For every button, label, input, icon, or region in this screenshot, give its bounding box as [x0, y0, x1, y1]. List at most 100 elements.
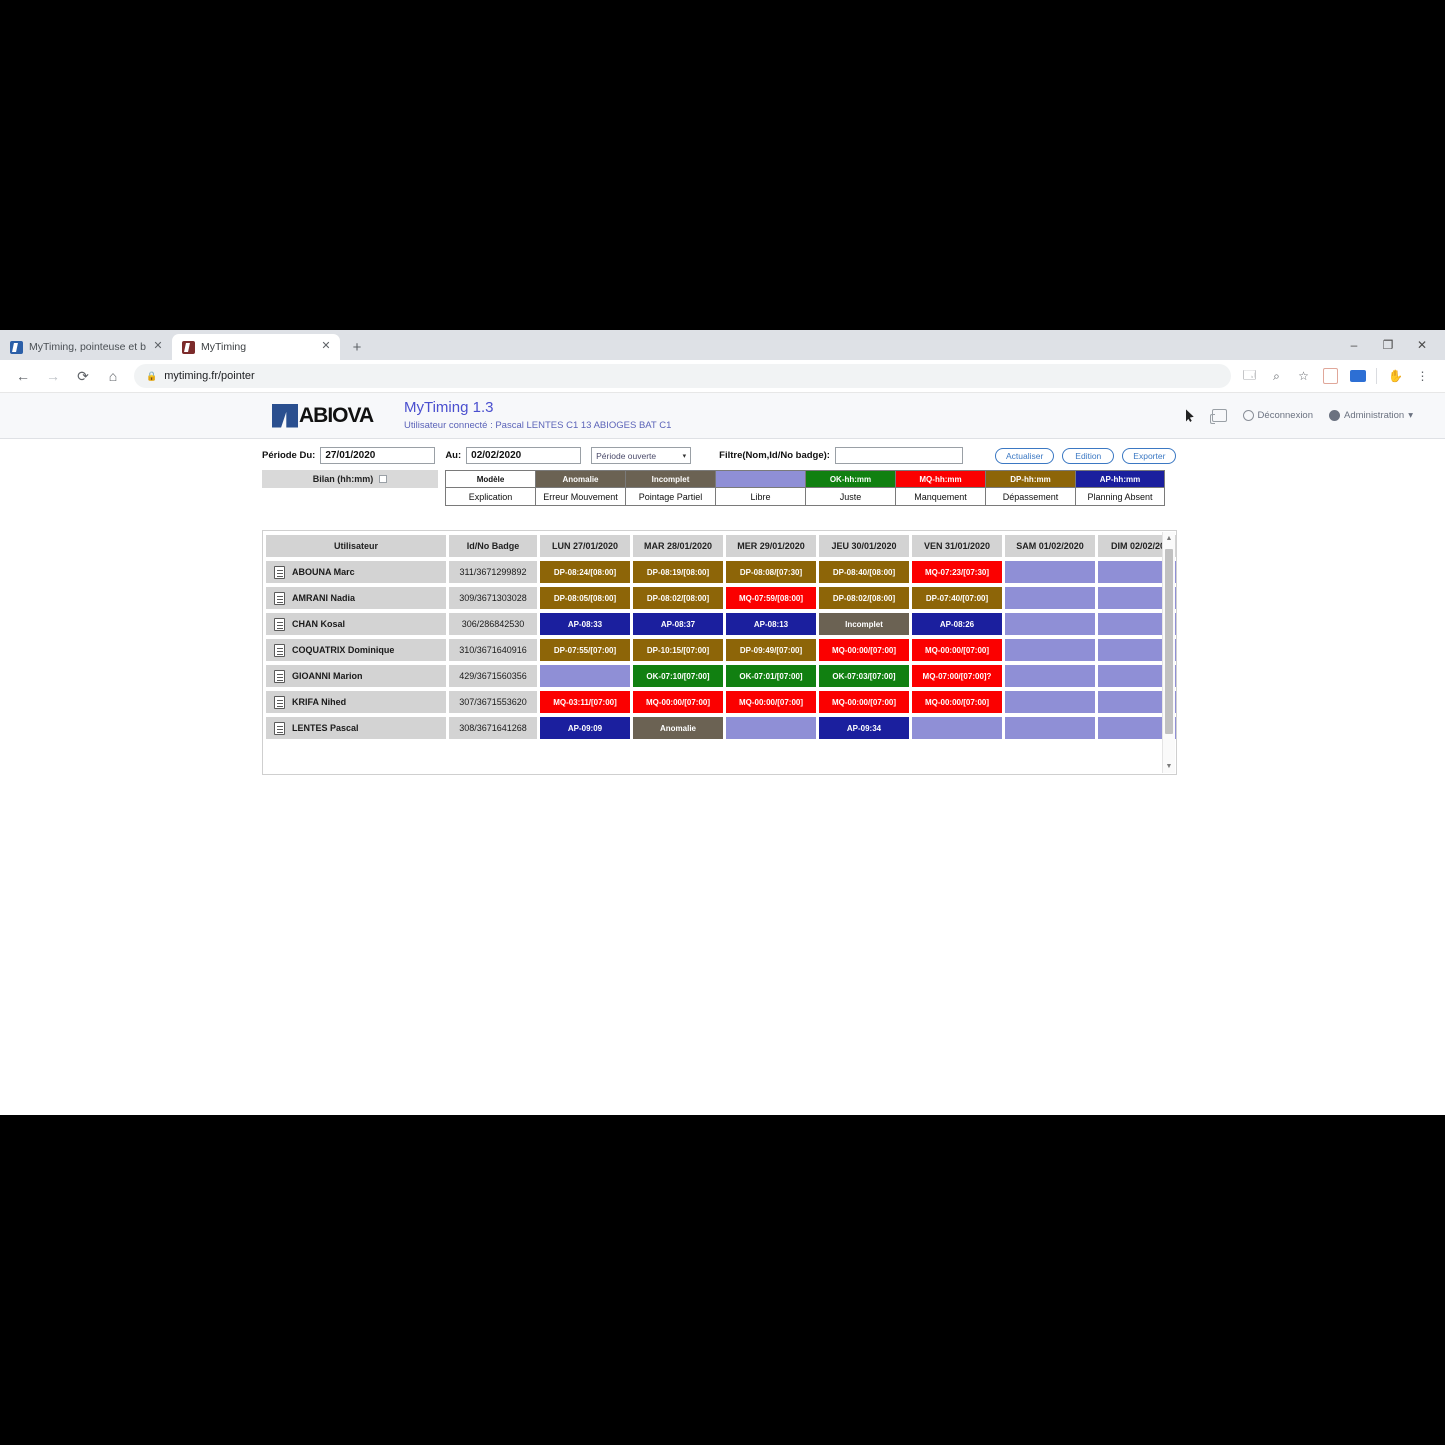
user-cell[interactable]: CHAN Kosal [266, 613, 446, 635]
day-cell[interactable]: MQ-00:00/[07:00] [633, 691, 723, 713]
day-cell[interactable]: MQ-00:00/[07:00] [726, 691, 816, 713]
bookmark-star-icon[interactable]: ☆ [1291, 364, 1316, 389]
refresh-button[interactable]: Actualiser [994, 447, 1055, 464]
column-header[interactable]: Utilisateur [266, 535, 446, 557]
user-cell[interactable]: ABOUNA Marc [266, 561, 446, 583]
day-cell[interactable]: AP-08:33 [540, 613, 630, 635]
scroll-down-icon[interactable]: ▼ [1163, 760, 1175, 773]
tab-close-icon[interactable]: ✕ [320, 341, 332, 353]
logout-button[interactable]: Déconnexion [1242, 410, 1313, 421]
day-cell[interactable]: AP-09:09 [540, 717, 630, 739]
user-cell[interactable]: COQUATRIX Dominique [266, 639, 446, 661]
period-type-select[interactable]: Période ouverte ▾ [591, 447, 692, 464]
day-cell[interactable]: AP-08:37 [633, 613, 723, 635]
scroll-up-icon[interactable]: ▲ [1163, 532, 1175, 545]
table-row[interactable]: KRIFA Nihed 307/3671553620 MQ-03:11/[07:00… [266, 691, 1176, 713]
day-cell[interactable] [1005, 691, 1095, 713]
day-cell[interactable] [1005, 665, 1095, 687]
day-cell[interactable]: DP-08:05/[08:00] [540, 587, 630, 609]
table-row[interactable]: COQUATRIX Dominique 310/3671640916 DP-07:5… [266, 639, 1176, 661]
close-window-icon[interactable]: ✕ [1405, 331, 1439, 359]
vertical-scrollbar[interactable]: ▲ ▼ [1162, 532, 1175, 773]
day-cell[interactable]: MQ-00:00/[07:00] [912, 691, 1002, 713]
day-cell[interactable]: MQ-07:59/[08:00] [726, 587, 816, 609]
tab-close-icon[interactable]: ✕ [152, 341, 164, 353]
period-to-input[interactable] [466, 447, 582, 464]
day-cell[interactable] [540, 665, 630, 687]
column-header[interactable]: VEN 31/01/2020 [912, 535, 1002, 557]
column-header[interactable]: JEU 30/01/2020 [819, 535, 909, 557]
day-cell[interactable]: DP-08:24/[08:00] [540, 561, 630, 583]
day-cell[interactable] [1005, 639, 1095, 661]
day-cell[interactable]: OK-07:10/[07:00] [633, 665, 723, 687]
day-cell[interactable]: DP-07:40/[07:00] [912, 587, 1002, 609]
table-row[interactable]: AMRANI Nadia 309/3671303028 DP-08:05/[08:0… [266, 587, 1176, 609]
edition-button[interactable]: Edition [1062, 447, 1115, 464]
hand-extension-icon[interactable]: ✋ [1383, 364, 1408, 389]
period-from-input[interactable] [320, 447, 436, 464]
user-cell[interactable]: LENTES Pascal [266, 717, 446, 739]
forward-icon[interactable]: → [38, 362, 68, 390]
column-header[interactable]: MAR 28/01/2020 [633, 535, 723, 557]
minimize-icon[interactable]: – [1337, 331, 1371, 359]
day-cell[interactable]: DP-08:40/[08:00] [819, 561, 909, 583]
table-row[interactable]: LENTES Pascal 308/3671641268 AP-09:09 Anoma… [266, 717, 1176, 739]
search-input[interactable] [834, 447, 963, 464]
day-cell[interactable] [1005, 717, 1095, 739]
day-cell[interactable]: DP-09:49/[07:00] [726, 639, 816, 661]
reload-icon[interactable]: ⟳ [68, 362, 98, 390]
day-cell[interactable]: AP-08:13 [726, 613, 816, 635]
browser-tab-1[interactable]: MyTiming, pointeuse et badgeu ✕ [0, 334, 172, 360]
day-cell[interactable] [726, 717, 816, 739]
home-icon[interactable]: ⌂ [98, 362, 128, 390]
address-bar[interactable]: 🔒 mytiming.fr/pointer [134, 364, 1231, 388]
table-row[interactable]: CHAN Kosal 306/286842530 AP-08:33 AP-08:37 A… [266, 613, 1176, 635]
day-cell[interactable]: MQ-00:00/[07:00] [819, 639, 909, 661]
table-row[interactable]: GIOANNI Marion 429/3671560356 OK-07:10/[07… [266, 665, 1176, 687]
day-cell[interactable] [1005, 561, 1095, 583]
day-cell[interactable]: Incomplet [819, 613, 909, 635]
bilan-checkbox[interactable] [379, 475, 388, 483]
day-cell[interactable]: DP-10:15/[07:00] [633, 639, 723, 661]
day-cell[interactable]: Anomalie [633, 717, 723, 739]
table-row[interactable]: ABOUNA Marc 311/3671299892 DP-08:24/[08:00… [266, 561, 1176, 583]
column-header[interactable]: LUN 27/01/2020 [540, 535, 630, 557]
day-cell[interactable] [1005, 613, 1095, 635]
user-cell[interactable]: GIOANNI Marion [266, 665, 446, 687]
day-cell[interactable]: DP-08:02/[08:00] [633, 587, 723, 609]
bilan-toggle[interactable]: Bilan (hh:mm) [262, 470, 438, 488]
day-cell[interactable]: MQ-03:11/[07:00] [540, 691, 630, 713]
day-cell[interactable] [1005, 587, 1095, 609]
blue-extension-icon[interactable] [1349, 370, 1366, 382]
day-cell[interactable]: MQ-07:23/[07:30] [912, 561, 1002, 583]
pdf-extension-icon[interactable] [1323, 368, 1338, 384]
zoom-icon[interactable]: ⌕ [1264, 364, 1289, 389]
day-cell[interactable]: MQ-07:00/[07:00]? [912, 665, 1002, 687]
day-cell[interactable]: AP-08:26 [912, 613, 1002, 635]
day-cell[interactable]: MQ-00:00/[07:00] [819, 691, 909, 713]
day-cell[interactable]: DP-08:02/[08:00] [819, 587, 909, 609]
new-tab-button[interactable]: + [344, 334, 370, 360]
translate-icon[interactable]: 🗔 [1237, 364, 1262, 389]
export-button[interactable]: Exporter [1122, 447, 1177, 464]
back-icon[interactable]: ← [8, 362, 38, 390]
browser-tab-2[interactable]: MyTiming ✕ [172, 334, 340, 360]
column-header[interactable]: SAM 01/02/2020 [1005, 535, 1095, 557]
user-cell[interactable]: KRIFA Nihed [266, 691, 446, 713]
column-header[interactable]: MER 29/01/2020 [726, 535, 816, 557]
day-cell[interactable]: AP-09:34 [819, 717, 909, 739]
column-header[interactable]: Id/No Badge [449, 535, 537, 557]
administration-menu[interactable]: Administration ▾ [1329, 410, 1413, 421]
day-cell[interactable]: OK-07:03/[07:00] [819, 665, 909, 687]
chrome-menu-icon[interactable]: ⋮ [1410, 364, 1435, 389]
day-cell[interactable]: DP-07:55/[07:00] [540, 639, 630, 661]
user-cell[interactable]: AMRANI Nadia [266, 587, 446, 609]
day-cell[interactable]: DP-08:19/[08:00] [633, 561, 723, 583]
day-cell[interactable]: DP-08:08/[07:30] [726, 561, 816, 583]
day-cell[interactable]: OK-07:01/[07:00] [726, 665, 816, 687]
thumbs-up-icon[interactable] [1209, 409, 1227, 424]
day-cell[interactable]: MQ-00:00/[07:00] [912, 639, 1002, 661]
restore-icon[interactable]: ❐ [1371, 331, 1405, 359]
scrollbar-thumb[interactable] [1165, 549, 1173, 734]
day-cell[interactable] [912, 717, 1002, 739]
